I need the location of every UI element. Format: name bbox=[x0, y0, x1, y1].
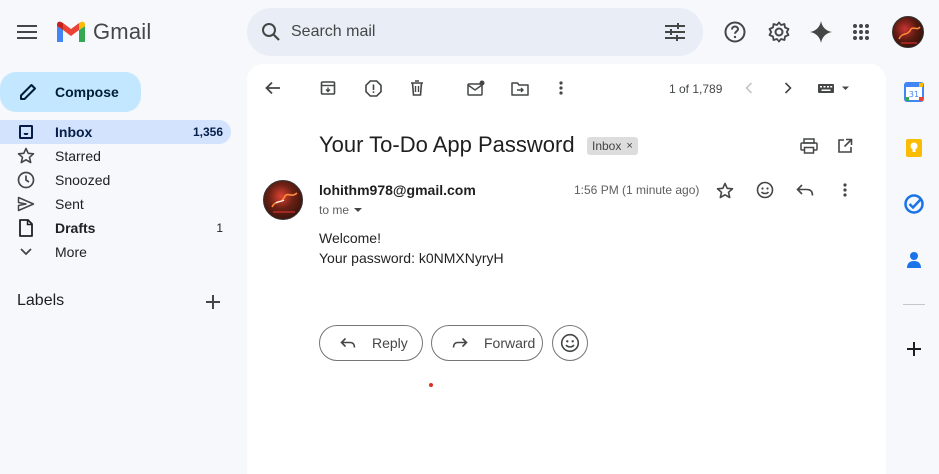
search-bar[interactable] bbox=[247, 8, 703, 56]
search-options-icon[interactable] bbox=[663, 20, 687, 44]
tasks-icon[interactable] bbox=[903, 193, 925, 215]
sender-avatar[interactable] bbox=[263, 180, 303, 220]
send-icon bbox=[17, 195, 35, 213]
gmail-logo[interactable]: Gmail bbox=[55, 19, 151, 45]
forward-label: Forward bbox=[484, 335, 536, 351]
forward-button[interactable]: Forward bbox=[431, 325, 543, 361]
sidebar-item-inbox[interactable]: Inbox 1,356 bbox=[0, 120, 231, 144]
clock-icon bbox=[17, 171, 35, 189]
inbox-label-chip[interactable]: Inbox × bbox=[587, 137, 638, 155]
pencil-icon bbox=[18, 82, 38, 102]
emoji-reaction-button[interactable] bbox=[552, 325, 588, 361]
sidebar-item-more[interactable]: More bbox=[0, 240, 231, 264]
report-spam-icon[interactable] bbox=[363, 78, 383, 98]
email-body-line: Welcome! bbox=[319, 230, 381, 246]
star-icon[interactable] bbox=[715, 181, 735, 201]
reply-button[interactable]: Reply bbox=[319, 325, 423, 361]
newer-chevron-left-icon[interactable] bbox=[739, 78, 759, 98]
apps-grid-icon[interactable] bbox=[849, 20, 873, 44]
help-icon[interactable] bbox=[723, 20, 747, 44]
inbox-icon bbox=[17, 123, 35, 141]
message-panel: 1 of 1,789 Your To-Do App Password Inbox… bbox=[247, 64, 886, 474]
calendar-icon[interactable]: 31 bbox=[903, 81, 925, 103]
keep-icon[interactable] bbox=[903, 137, 925, 159]
sidebar-item-snoozed[interactable]: Snoozed bbox=[0, 168, 231, 192]
back-arrow-icon[interactable] bbox=[263, 78, 283, 98]
cursor-dot bbox=[429, 383, 433, 387]
email-timestamp: 1:56 PM (1 minute ago) bbox=[574, 183, 700, 197]
smiley-icon bbox=[560, 333, 580, 353]
contacts-icon[interactable] bbox=[903, 249, 925, 271]
compose-button[interactable]: Compose bbox=[0, 72, 141, 112]
label-chip-close[interactable]: × bbox=[626, 140, 632, 152]
print-icon[interactable] bbox=[799, 136, 819, 156]
gmail-m-icon bbox=[57, 21, 85, 42]
recipients-toggle[interactable]: to me bbox=[319, 203, 363, 217]
gemini-sparkle-icon[interactable] bbox=[809, 20, 833, 44]
message-counter: 1 of 1,789 bbox=[669, 82, 723, 96]
sidebar-item-label: Snoozed bbox=[55, 172, 111, 188]
message-more-icon[interactable] bbox=[835, 180, 855, 200]
draft-icon bbox=[17, 219, 35, 237]
rail-divider bbox=[903, 304, 925, 305]
recipient-text: to me bbox=[319, 203, 350, 217]
search-icon[interactable] bbox=[259, 20, 283, 44]
search-input[interactable] bbox=[291, 20, 651, 44]
forward-icon bbox=[450, 333, 470, 353]
gear-icon[interactable] bbox=[767, 20, 791, 44]
sidebar-item-starred[interactable]: Starred bbox=[0, 144, 231, 168]
add-addon-icon[interactable] bbox=[903, 338, 925, 360]
mark-unread-icon[interactable] bbox=[466, 78, 486, 98]
archive-icon[interactable] bbox=[318, 78, 338, 98]
add-label-icon[interactable] bbox=[203, 292, 223, 312]
email-body-line: Your password: k0NMXNyryH bbox=[319, 250, 504, 266]
sidebar-nav: Inbox 1,356 Starred Snoozed Sent Drafts … bbox=[0, 120, 231, 264]
input-tools-keyboard-icon[interactable] bbox=[815, 78, 853, 98]
trash-icon[interactable] bbox=[407, 78, 427, 98]
older-chevron-right-icon[interactable] bbox=[778, 78, 798, 98]
sidebar-item-label: Inbox bbox=[55, 124, 93, 140]
labels-heading: Labels bbox=[17, 292, 65, 309]
chevron-down-icon bbox=[17, 243, 35, 261]
svg-text:31: 31 bbox=[909, 90, 919, 99]
reply-label: Reply bbox=[372, 335, 408, 351]
open-in-new-window-icon[interactable] bbox=[835, 136, 855, 156]
move-to-icon[interactable] bbox=[510, 78, 530, 98]
account-avatar[interactable] bbox=[892, 16, 924, 48]
sidebar-item-label: Starred bbox=[55, 148, 101, 164]
sidebar-item-sent[interactable]: Sent bbox=[0, 192, 231, 216]
sidebar-item-drafts[interactable]: Drafts 1 bbox=[0, 216, 231, 240]
label-chip-text: Inbox bbox=[592, 139, 622, 153]
sidebar-item-label: More bbox=[55, 244, 87, 260]
email-subject: Your To-Do App Password bbox=[319, 132, 575, 157]
sidebar-item-label: Drafts bbox=[55, 220, 96, 236]
sender-email[interactable]: lohithm978@gmail.com bbox=[319, 182, 476, 198]
sidebar-item-label: Sent bbox=[55, 196, 84, 212]
add-reaction-icon[interactable] bbox=[755, 180, 775, 200]
more-options-icon[interactable] bbox=[551, 78, 571, 98]
caret-down-icon bbox=[354, 208, 363, 212]
reply-icon[interactable] bbox=[795, 180, 815, 200]
reply-icon bbox=[338, 333, 358, 353]
compose-label: Compose bbox=[55, 84, 119, 100]
hamburger-icon bbox=[17, 25, 37, 39]
main-menu-button[interactable] bbox=[14, 20, 40, 44]
app-name: Gmail bbox=[93, 19, 152, 44]
star-icon bbox=[17, 147, 35, 165]
drafts-count: 1 bbox=[216, 221, 223, 235]
unread-count: 1,356 bbox=[192, 125, 223, 139]
